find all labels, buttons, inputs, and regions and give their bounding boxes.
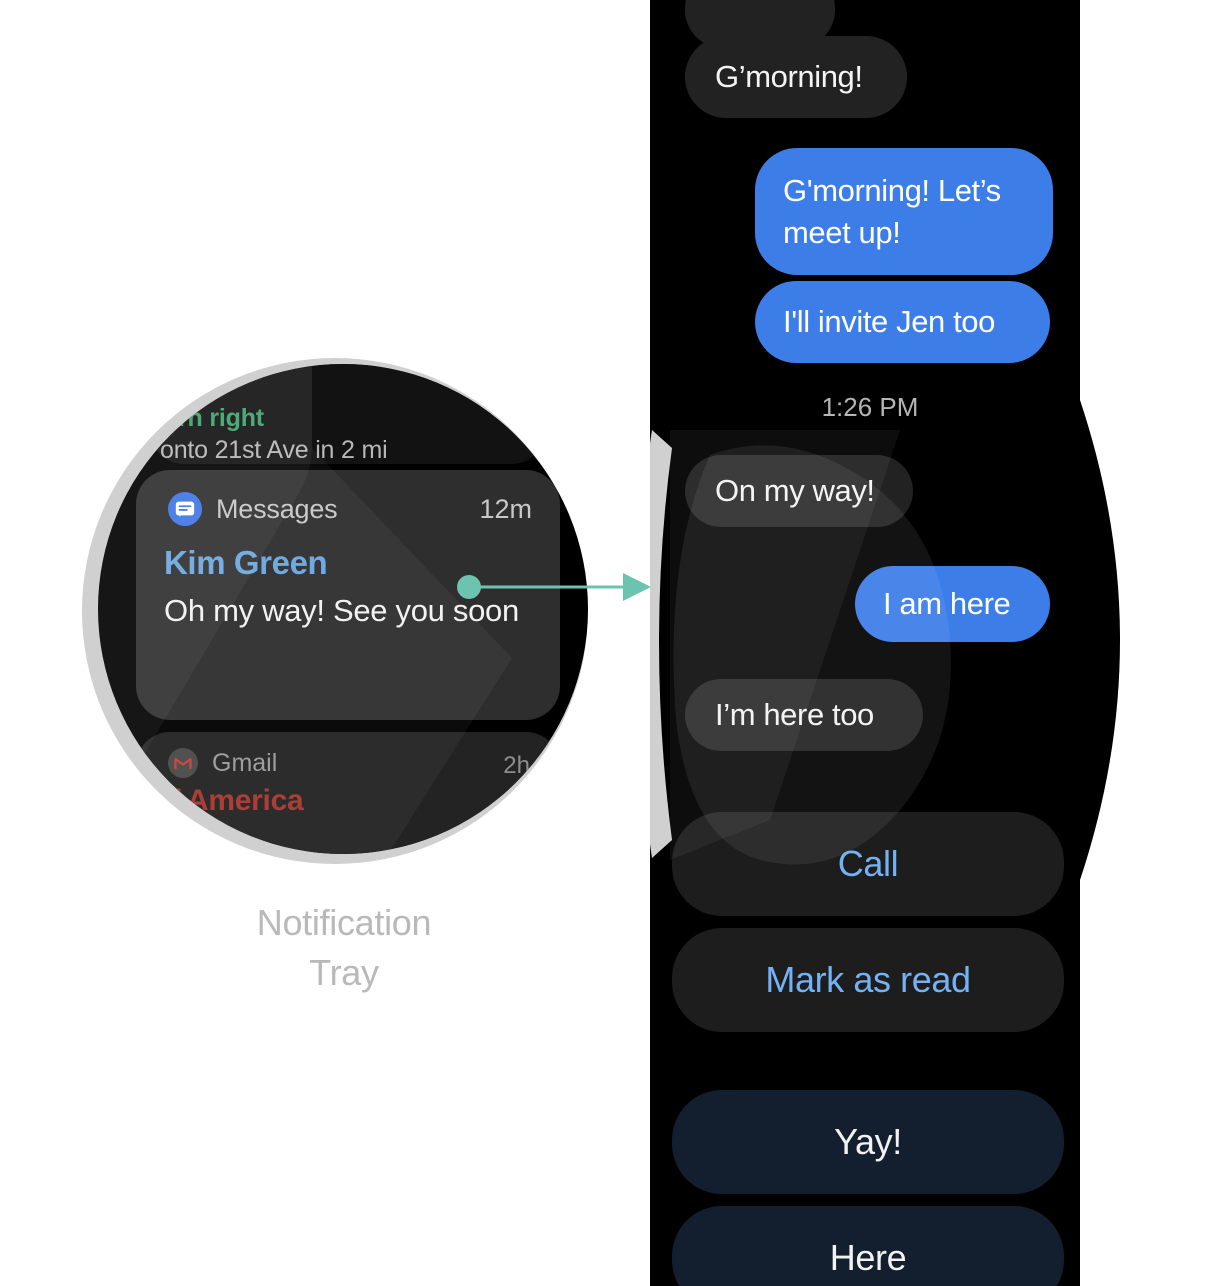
connector-arrow [457, 573, 651, 601]
chip-yay[interactable]: Yay! [672, 1090, 1064, 1194]
caption-notification-tray: Notification Tray [194, 898, 494, 998]
messages-icon [168, 492, 202, 526]
chip-here[interactable]: Here [672, 1206, 1064, 1286]
message-bubble-outgoing[interactable]: I am here [855, 566, 1050, 642]
message-bubble-incoming[interactable]: G’morning! [685, 36, 907, 118]
gmail-icon [168, 748, 198, 778]
message-bubble-outgoing[interactable]: G'morning! Let’s meet up! [755, 148, 1053, 275]
conversation-timestamp: 1:26 PM [821, 392, 919, 422]
chip-mark-as-read[interactable]: Mark as read [672, 928, 1064, 1032]
screenshot-root: rn right onto 21st Ave in 2 mi Messages … [0, 0, 1206, 1286]
chip-call[interactable]: Call [672, 812, 1064, 916]
message-bubble-incoming[interactable]: On my way! [685, 455, 913, 527]
gmail-timestamp: 2h [503, 752, 530, 779]
caption-line-1: Notification [256, 902, 432, 943]
navigation-primary-text: rn right [178, 404, 264, 432]
connector-arrowhead [623, 573, 651, 601]
conversation-screen: G’morning! G'morning! Let’s meet up! I'll … [650, 0, 1206, 1286]
right-watch-device: G’morning! G'morning! Let’s meet up! I'll … [650, 0, 1206, 1286]
messages-app-name: Messages [216, 493, 338, 524]
messages-sender-name: Kim Green [164, 544, 328, 581]
caption-line-2: Tray [309, 952, 379, 993]
gmail-subject-text: k of America [128, 784, 304, 817]
gmail-app-name: Gmail [212, 748, 278, 777]
gmail-notification-header: Gmail [168, 748, 277, 778]
message-bubble-incoming[interactable]: I’m here too [685, 679, 923, 751]
messages-timestamp: 12m [479, 494, 532, 524]
notification-card-gmail[interactable]: Gmail 2h k of America [128, 732, 560, 854]
message-bubble-outgoing[interactable]: I'll invite Jen too [755, 281, 1050, 363]
navigation-secondary-text: onto 21st Ave in 2 mi [160, 436, 388, 464]
messages-notification-header: Messages [168, 492, 338, 526]
notification-card-navigation[interactable]: rn right onto 21st Ave in 2 mi [150, 364, 546, 464]
